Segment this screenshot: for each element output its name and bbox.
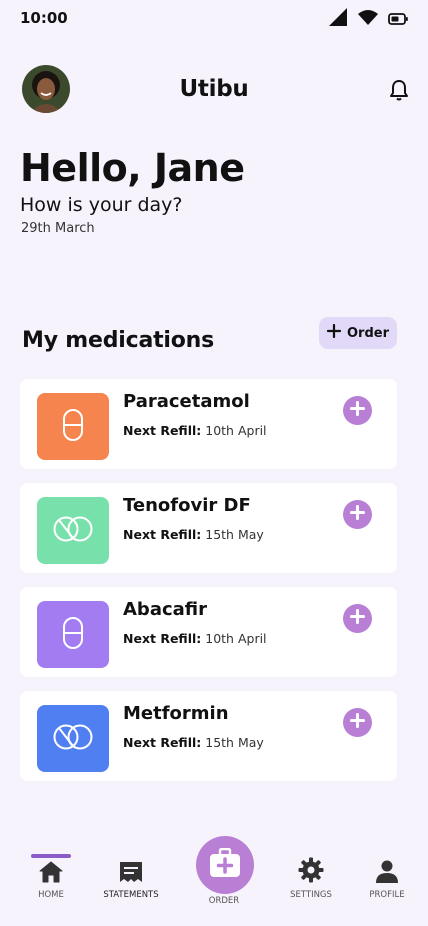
medication-icon	[37, 393, 109, 460]
wifi-icon	[357, 9, 379, 30]
order-fab[interactable]	[196, 836, 254, 894]
nav-settings-label: SETTINGS	[290, 890, 332, 900]
next-refill-date: 15th May	[205, 735, 264, 750]
greeting-date: 29th March	[21, 221, 95, 236]
person-icon	[375, 859, 399, 886]
medication-card[interactable]: Metformin Next Refill: 15th May	[20, 691, 397, 781]
plus-icon	[350, 609, 365, 628]
nav-statements[interactable]: STATEMENTS	[96, 836, 166, 900]
medication-name: Tenofovir DF	[123, 495, 251, 516]
nav-statements-label: STATEMENTS	[103, 890, 159, 900]
next-refill-date: 10th April	[205, 631, 267, 646]
split-tablet-icon	[53, 515, 93, 547]
medical-bag-icon	[209, 847, 241, 882]
home-icon	[39, 861, 63, 886]
next-refill: Next Refill: 10th April	[123, 631, 267, 646]
medications-title: My medications	[22, 328, 215, 353]
notification-bell-icon[interactable]	[389, 79, 409, 101]
brand-logo: Utibu	[179, 76, 249, 102]
next-refill: Next Refill: 15th May	[123, 735, 264, 750]
bottom-nav: HOME STATEMENTS ORDER SETTINGS PROFILE	[0, 836, 428, 926]
status-time: 10:00	[20, 9, 68, 27]
next-refill-label: Next Refill:	[123, 735, 202, 750]
medication-card[interactable]: Abacafir Next Refill: 10th April	[20, 587, 397, 677]
medication-name: Paracetamol	[123, 391, 250, 412]
nav-home-label: HOME	[38, 890, 64, 900]
nav-order-label: ORDER	[208, 896, 240, 906]
medication-icon	[37, 705, 109, 772]
greeting-subtitle: How is your day?	[20, 194, 183, 216]
medication-name: Abacafir	[123, 599, 207, 620]
status-icons	[329, 8, 408, 30]
nav-profile-label: PROFILE	[369, 890, 405, 900]
plus-icon	[350, 401, 365, 420]
capsule-icon	[62, 408, 84, 446]
battery-icon	[388, 10, 408, 29]
add-medication-button[interactable]	[343, 396, 372, 425]
add-medication-button[interactable]	[343, 500, 372, 529]
order-button[interactable]: Order	[319, 317, 397, 349]
next-refill-label: Next Refill:	[123, 631, 202, 646]
medication-name: Metformin	[123, 703, 229, 724]
split-tablet-icon	[53, 723, 93, 755]
next-refill-label: Next Refill:	[123, 527, 202, 542]
add-medication-button[interactable]	[343, 604, 372, 633]
next-refill: Next Refill: 15th May	[123, 527, 264, 542]
next-refill-date: 15th May	[205, 527, 264, 542]
nav-profile[interactable]: PROFILE	[352, 836, 422, 900]
nav-home[interactable]: HOME	[16, 836, 86, 900]
add-medication-button[interactable]	[343, 708, 372, 737]
plus-icon	[350, 505, 365, 524]
nav-settings[interactable]: SETTINGS	[276, 836, 346, 900]
medication-card[interactable]: Tenofovir DF Next Refill: 15th May	[20, 483, 397, 573]
plus-icon	[350, 713, 365, 732]
medication-card[interactable]: Paracetamol Next Refill: 10th April	[20, 379, 397, 469]
capsule-icon	[62, 616, 84, 654]
plus-icon	[326, 323, 342, 342]
medication-icon	[37, 601, 109, 668]
cellular-signal-icon	[329, 8, 348, 30]
medication-icon	[37, 497, 109, 564]
next-refill-label: Next Refill:	[123, 423, 202, 438]
gear-icon	[298, 857, 324, 886]
next-refill-date: 10th April	[205, 423, 267, 438]
receipt-icon	[119, 861, 143, 886]
greeting-title: Hello, Jane	[20, 146, 245, 190]
order-button-label: Order	[347, 325, 389, 341]
next-refill: Next Refill: 10th April	[123, 423, 267, 438]
